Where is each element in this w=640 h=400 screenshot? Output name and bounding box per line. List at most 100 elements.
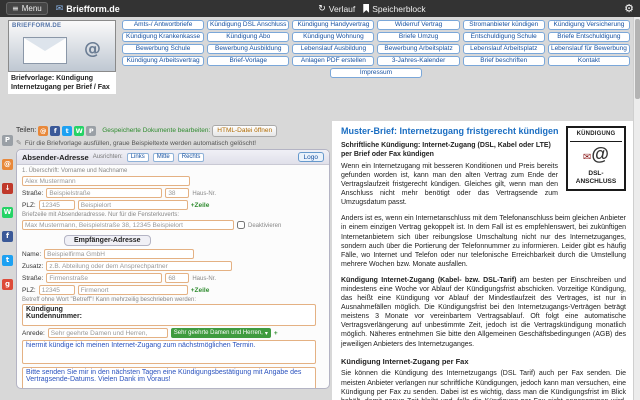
nav-item-3-jahres-kalender[interactable]: 3-Jahres-Kalender <box>377 56 460 66</box>
page: { "colors": { "topbar_bg": "#333333", "n… <box>0 0 640 400</box>
sender-strasse-label: Straße: <box>22 189 44 197</box>
nav-item-bewerbung-ausbildung[interactable]: Bewerbung Ausbildung <box>207 44 290 54</box>
recipient-plz-input[interactable] <box>38 285 75 295</box>
recipient-plz-row: PLZ: +Zeile <box>22 285 324 295</box>
nav-item-kuendigung-dsl-anschluss[interactable]: Kündigung DSL Anschluss <box>207 20 290 30</box>
recipient-ort-input[interactable] <box>77 285 188 295</box>
content: P @ ↓ W f t g Teilen: @ f t W P Gespeich… <box>0 121 640 400</box>
nav-item-anlagen-pdf-erstellen[interactable]: Anlagen PDF erstellen <box>292 56 375 66</box>
nav-item-brief-vorlage[interactable]: Brief-Vorlage <box>207 56 290 66</box>
share-strip: P @ ↓ W f t g <box>2 135 13 290</box>
topbar-center: ↻ Verlauf Speicherblock <box>318 4 425 14</box>
speicherblock-label: Speicherblock <box>372 3 426 14</box>
sender-add-line-link[interactable]: +Zeile <box>191 202 210 209</box>
nav-item-brief-beschriften[interactable]: Brief beschriften <box>462 56 545 66</box>
googleplus-share-icon[interactable]: g <box>2 279 13 290</box>
nav-item-lebenslauf-fuer-bewerbung[interactable]: Lebenslauf für Bewerbung <box>547 44 630 54</box>
align-label: Ausrichten: <box>92 154 123 160</box>
anrede-input[interactable] <box>47 328 168 338</box>
print-share-icon[interactable]: P <box>2 135 13 146</box>
nav-item-kuendigung-arbeitsvertrag[interactable]: Kündigung Arbeitsvertrag <box>122 56 205 66</box>
nav-item-kuendigung-wohnung[interactable]: Kündigung Wohnung <box>292 32 375 42</box>
envelope-icon: ✉ <box>55 3 64 14</box>
nav-item-entschuldigung-schule[interactable]: Entschuldigung Schule <box>462 32 545 42</box>
sender-strasse-input[interactable] <box>46 188 163 198</box>
topbar-left: ≡ Menu ✉ Briefform.de <box>6 2 120 15</box>
open-html-button[interactable]: HTML-Datei öffnen <box>212 124 278 137</box>
envelope-graphic <box>23 37 67 64</box>
align-left-button[interactable]: Links <box>126 152 149 162</box>
nav-item-lebenslauf-ausbildung[interactable]: Lebenslauf Ausbildung <box>292 44 375 54</box>
nav-item-kuendigung-versicherung[interactable]: Kündigung Versicherung <box>547 20 630 30</box>
recipient-hausnr-label: Haus-Nr. <box>192 275 216 282</box>
nav-item-amts-antwortbriefe[interactable]: Amts-/ Antwortbriefe <box>122 20 205 30</box>
facebook-share-icon[interactable]: f <box>2 231 13 242</box>
nav-item-kuendigung-handyvertrag[interactable]: Kündigung Handyvertrag <box>292 20 375 30</box>
twitter-share-icon[interactable]: t <box>2 255 13 266</box>
brand[interactable]: ✉ Briefform.de <box>56 4 120 14</box>
twitter-icon[interactable]: t <box>62 125 73 136</box>
page-title: Briefvorlage: Kündigung Internetzugang p… <box>8 72 116 95</box>
betreff-textarea[interactable]: Kündigung Kundennummer: <box>22 304 316 326</box>
anrede-label: Anrede: <box>22 329 45 337</box>
align-right-button[interactable]: Rechts <box>177 152 205 162</box>
fenster-line-input[interactable] <box>22 220 234 230</box>
sender-hausnr-label: Haus-Nr. <box>192 190 216 197</box>
nav-item-impressum[interactable]: Impressum <box>329 68 422 78</box>
nav-item-widerruf-vertrag[interactable]: Widerruf Vertrag <box>377 20 460 30</box>
logo-brand-text: BRIEFFORM.DE <box>12 23 62 29</box>
recipient-add-line-link[interactable]: +Zeile <box>191 287 210 294</box>
recipient-zusatz-row: Zusatz: <box>22 261 324 271</box>
nav-item-bewerbung-arbeitsplatz[interactable]: Bewerbung Arbeitsplatz <box>377 44 460 54</box>
whatsapp-icon[interactable]: W <box>74 125 85 136</box>
recipient-hausnr-input[interactable] <box>165 273 190 283</box>
article-paragraph-3-rest: am besten per Einschreiben und mindesten… <box>341 276 626 348</box>
article-paragraph-4: Sie können die Kündigung des Internetzug… <box>341 370 626 400</box>
sender-name-label: 1. Überschrift: Vorname und Nachname <box>22 168 128 174</box>
scrollbar-thumb[interactable] <box>635 19 640 99</box>
hamburger-icon: ≡ <box>12 4 19 13</box>
history-icon: ↻ <box>318 3 326 14</box>
verlauf-button[interactable]: ↻ Verlauf <box>318 4 355 14</box>
pdf-share-icon[interactable]: ↓ <box>2 183 13 194</box>
nav-item-lebenslauf-arbeitsplatz[interactable]: Lebenslauf Arbeitsplatz <box>462 44 545 54</box>
topbar-right: ⚙ <box>624 2 634 15</box>
recipient-zusatz-input[interactable] <box>46 261 233 271</box>
nav-item-kuendigung-abo[interactable]: Kündigung Abo <box>207 32 290 42</box>
speicherblock-button[interactable]: Speicherblock <box>363 3 426 14</box>
email-icon[interactable]: @ <box>38 125 49 136</box>
deaktivieren-checkbox[interactable] <box>237 221 245 229</box>
form-column: P @ ↓ W f t g Teilen: @ f t W P Gespeich… <box>0 121 332 400</box>
whatsapp-share-icon[interactable]: W <box>2 207 13 218</box>
recipient-name-input[interactable] <box>44 249 195 259</box>
form-hint: ✎ Für die Briefvorlage ausfüllen, graue … <box>16 139 330 147</box>
sender-ort-input[interactable] <box>77 200 188 210</box>
nav-grid: Amts-/ Antwortbriefe Kündigung DSL Ansch… <box>122 20 630 78</box>
sender-hausnr-input[interactable] <box>165 188 190 198</box>
article-paragraph-3: Kündigung Internet-Zugang (Kabel- bzw. D… <box>341 276 626 349</box>
nav-item-kontakt[interactable]: Kontakt <box>547 56 630 66</box>
deaktivieren-label: Deaktivieren <box>248 222 282 229</box>
gear-icon[interactable]: ⚙ <box>624 2 634 15</box>
nav-item-briefe-umzug[interactable]: Briefe Umzug <box>377 32 460 42</box>
facebook-icon[interactable]: f <box>50 125 61 136</box>
nav-item-bewerbung-schule[interactable]: Bewerbung Schule <box>122 44 205 54</box>
at-sign-icon: @ <box>84 39 101 59</box>
add-anrede-button[interactable]: + <box>274 330 278 337</box>
sender-plz-input[interactable] <box>38 200 75 210</box>
letter-closing-textarea[interactable]: Bitte senden Sie mir in den nächsten Tag… <box>22 367 316 388</box>
print-icon[interactable]: P <box>86 125 97 136</box>
nav-item-stromanbieter-kuendigen[interactable]: Stromanbieter kündigen <box>462 20 545 30</box>
anrede-select[interactable]: Sehr geehrte Damen und Herren, ▾ <box>170 328 271 338</box>
align-center-button[interactable]: Mitte <box>152 152 174 162</box>
recipient-strasse-input[interactable] <box>46 273 163 283</box>
pencil-icon: ✎ <box>16 139 22 147</box>
nav-item-kuendigung-krankenkasse[interactable]: Kündigung Krankenkasse <box>122 32 205 42</box>
nav-item-briefe-entschuldigung[interactable]: Briefe Entschuldigung <box>547 32 630 42</box>
letter-body-textarea[interactable]: hiermit kündige ich meinen Internet-Zuga… <box>22 340 316 364</box>
menu-button[interactable]: ≡ Menu <box>6 2 48 15</box>
briefform-logo-image[interactable]: BRIEFFORM.DE @ <box>8 20 116 72</box>
sender-name-input[interactable] <box>22 176 190 186</box>
logo-button[interactable]: Logo <box>297 152 324 162</box>
email-share-icon[interactable]: @ <box>2 159 13 170</box>
